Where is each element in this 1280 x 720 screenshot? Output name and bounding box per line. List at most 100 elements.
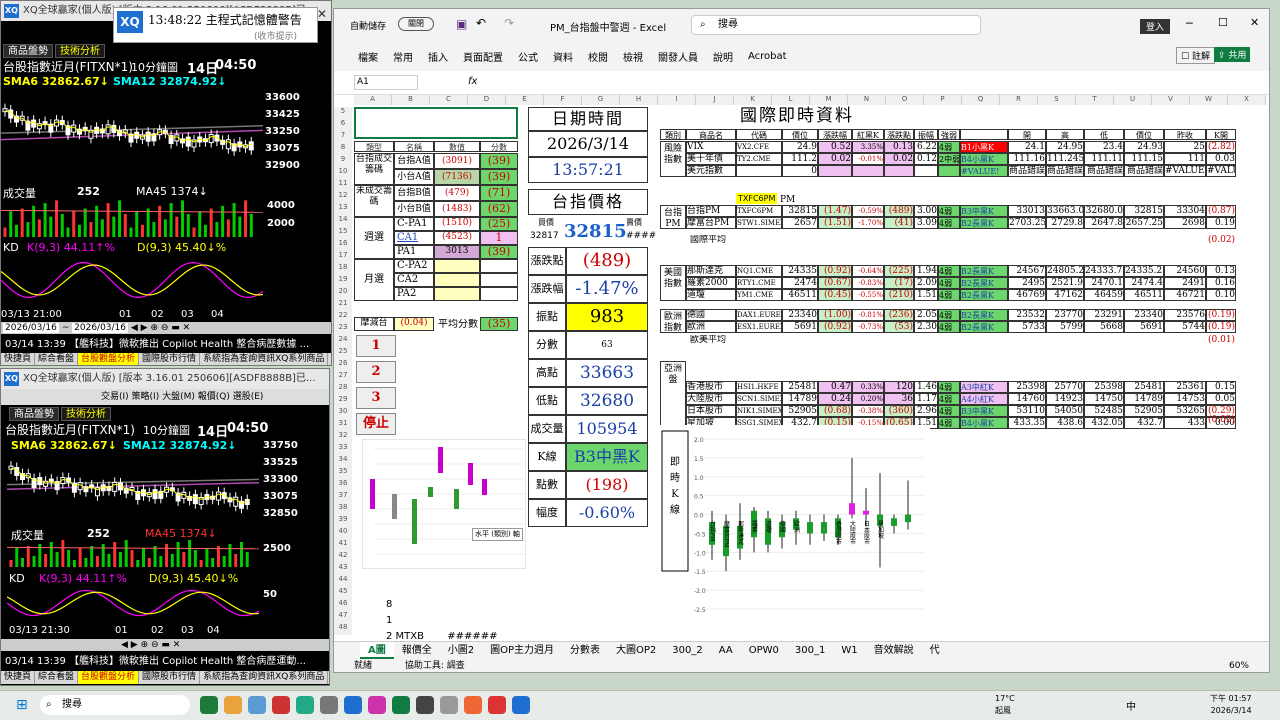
- intl-cell[interactable]: YM1.CME: [736, 289, 782, 301]
- intl-cell[interactable]: B3中黑K: [960, 205, 1008, 217]
- col-header[interactable]: G: [582, 95, 620, 105]
- intl-cell[interactable]: 24.95: [1046, 141, 1084, 153]
- intl-cell[interactable]: [818, 165, 852, 177]
- intl-cell[interactable]: 25361: [1164, 381, 1206, 393]
- intl-cell[interactable]: -0.73%: [852, 321, 884, 333]
- intl-cell[interactable]: 0.24: [818, 393, 852, 405]
- excel-titlebar[interactable]: 自動儲存 關閉 ▣ ↶ ↷ PM_台指盤中警週 - Excel ⌕ 搜尋 登入 ─…: [334, 9, 1269, 41]
- intl-cell[interactable]: 德國: [686, 309, 736, 321]
- sheet-tab[interactable]: AA: [711, 642, 741, 659]
- login-button[interactable]: 登入: [1140, 19, 1171, 34]
- intl-cell[interactable]: 25: [1164, 141, 1206, 153]
- menu-view[interactable]: 檢視: [623, 49, 643, 64]
- sheet-tab[interactable]: 代: [922, 642, 948, 659]
- row-header[interactable]: 48: [334, 623, 352, 635]
- intl-cell[interactable]: 24805.25: [1046, 265, 1084, 277]
- row-header[interactable]: 24: [334, 335, 352, 347]
- intl-cell[interactable]: 台指PM: [686, 205, 736, 217]
- alert-close-icon[interactable]: ✕: [317, 7, 327, 21]
- col-header[interactable]: T: [1076, 95, 1114, 105]
- col-header[interactable]: X: [1228, 95, 1266, 105]
- intl-cell[interactable]: 438.6: [1046, 417, 1084, 429]
- sheet-tab[interactable]: OPW0: [741, 642, 787, 659]
- intl-cell[interactable]: (0.67): [818, 277, 852, 289]
- intl-cell[interactable]: 23340: [782, 309, 818, 321]
- taskbar-app-icon[interactable]: [368, 696, 386, 714]
- menu-dev[interactable]: 關發人員: [658, 49, 698, 64]
- intl-cell[interactable]: 5799: [1046, 321, 1084, 333]
- intl-cell[interactable]: 4弱: [938, 321, 960, 333]
- xq2-tab-quote[interactable]: 商品盤勢: [9, 407, 59, 421]
- row-header[interactable]: 10: [334, 167, 352, 179]
- start-icon[interactable]: ⊞: [16, 697, 28, 713]
- intl-cell[interactable]: 2.05: [914, 309, 938, 321]
- row-header[interactable]: 7: [334, 131, 352, 143]
- intl-cell[interactable]: B2長黑K: [960, 277, 1008, 289]
- intl-cell[interactable]: 24335.25: [1124, 265, 1164, 277]
- col-header[interactable]: P: [924, 95, 962, 105]
- intl-cell[interactable]: 4弱: [938, 393, 960, 405]
- intl-cell[interactable]: 1.17: [914, 393, 938, 405]
- intl-cell[interactable]: 432.7: [1124, 417, 1164, 429]
- intl-cell[interactable]: 2474: [782, 277, 818, 289]
- save-icon[interactable]: ▣: [456, 17, 467, 31]
- intl-cell[interactable]: 24.93: [1124, 141, 1164, 153]
- intl-cell[interactable]: 24335: [782, 265, 818, 277]
- intl-cell[interactable]: 羅素2000: [686, 277, 736, 289]
- col-header[interactable]: J: [696, 95, 734, 105]
- xq-window-top[interactable]: XQXQ全球贏家(個人版) [版本 3.16.01 250606][ASDF88…: [0, 0, 332, 366]
- intl-cell[interactable]: 111.15: [1124, 153, 1164, 165]
- intl-cell[interactable]: (210): [884, 289, 914, 301]
- taskbar-app-icon[interactable]: [416, 696, 434, 714]
- intl-cell[interactable]: 商品錯誤: [1124, 165, 1164, 177]
- row-header[interactable]: 43: [334, 563, 352, 575]
- row-header[interactable]: 47: [334, 611, 352, 623]
- undo-icon[interactable]: ↶: [476, 16, 486, 30]
- row-header[interactable]: 45: [334, 587, 352, 599]
- intl-cell[interactable]: [736, 165, 782, 177]
- intl-cell[interactable]: 53110: [1008, 405, 1046, 417]
- intl-cell[interactable]: (1.00): [818, 309, 852, 321]
- xq2-btab-3[interactable]: 國際股市行情: [139, 671, 201, 684]
- intl-cell[interactable]: 14789: [1124, 393, 1164, 405]
- intl-cell[interactable]: 美十年債: [686, 153, 736, 165]
- sheet-tab[interactable]: 分數表: [562, 642, 608, 659]
- name-box[interactable]: A1: [354, 75, 418, 90]
- col-header[interactable]: S: [1038, 95, 1076, 105]
- xq2-toolbar[interactable]: ◀ ▶ ⊕ ⊖ ▬ ✕: [1, 639, 329, 651]
- intl-cell[interactable]: B2長黑K: [960, 265, 1008, 277]
- intl-cell[interactable]: 120: [884, 381, 914, 393]
- col-header[interactable]: V: [1152, 95, 1190, 105]
- intl-cell[interactable]: -0.59%: [852, 205, 884, 217]
- menu-home[interactable]: 常用: [393, 49, 413, 64]
- intl-cell[interactable]: [884, 165, 914, 177]
- intl-cell[interactable]: 2729.8: [1046, 217, 1084, 229]
- row-header[interactable]: 31: [334, 419, 352, 431]
- col-header[interactable]: C: [430, 95, 468, 105]
- intl-cell[interactable]: 4弱: [938, 405, 960, 417]
- intl-cell[interactable]: B3中黑K: [960, 405, 1008, 417]
- col-header[interactable]: E: [506, 95, 544, 105]
- row-header[interactable]: 40: [334, 527, 352, 539]
- row-header[interactable]: 44: [334, 575, 352, 587]
- intl-cell[interactable]: B2長黑K: [960, 217, 1008, 229]
- intl-cell[interactable]: #VALUE!: [1206, 165, 1236, 177]
- intl-cell[interactable]: (236): [884, 309, 914, 321]
- menu-review[interactable]: 校閱: [588, 49, 608, 64]
- intl-cell[interactable]: 6.22: [914, 141, 938, 153]
- intl-cell[interactable]: (1.47): [818, 205, 852, 217]
- intl-cell[interactable]: 23340: [1124, 309, 1164, 321]
- intl-cell[interactable]: 46769: [1008, 289, 1046, 301]
- row-header[interactable]: 28: [334, 383, 352, 395]
- row-header[interactable]: 9: [334, 155, 352, 167]
- intl-cell[interactable]: 36: [884, 393, 914, 405]
- btab-2[interactable]: 台股觀盤分析: [78, 353, 140, 365]
- sheet-tab[interactable]: 300_1: [787, 642, 833, 659]
- intl-cell[interactable]: 1.94: [914, 265, 938, 277]
- intl-cell[interactable]: 53265: [1164, 405, 1206, 417]
- intl-cell[interactable]: VIX: [686, 141, 736, 153]
- comment-button[interactable]: ☐ 註解: [1176, 47, 1215, 64]
- taskbar-app-icon[interactable]: [440, 696, 458, 714]
- a1-cell[interactable]: [354, 107, 518, 139]
- intl-cell[interactable]: -0.01%: [852, 153, 884, 165]
